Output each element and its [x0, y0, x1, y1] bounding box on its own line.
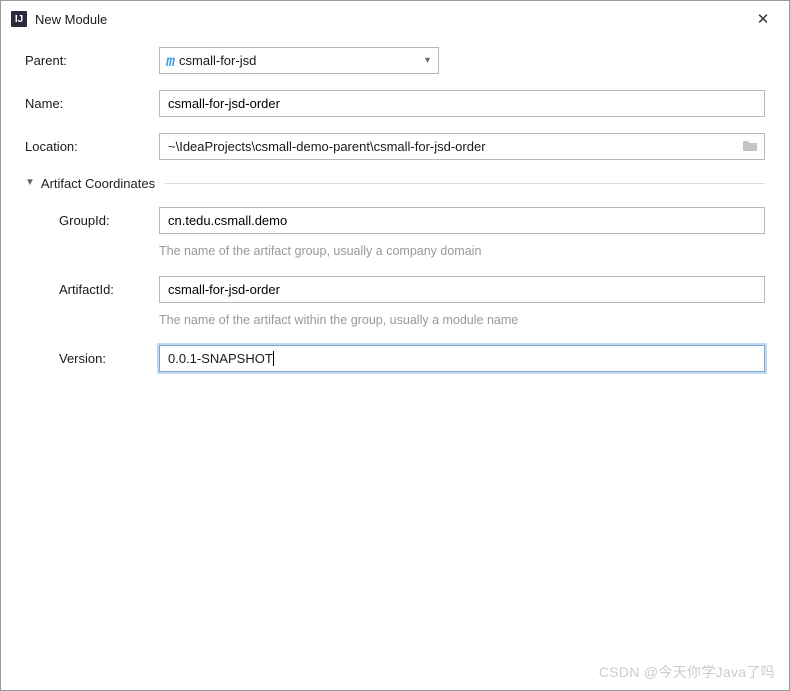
- parent-label: Parent:: [25, 53, 159, 68]
- name-input[interactable]: [159, 90, 765, 117]
- chevron-down-icon: ▾: [425, 55, 430, 66]
- parent-row: Parent: m csmall-for-jsd ▾: [25, 47, 765, 74]
- artifactid-row: ArtifactId:: [25, 276, 765, 303]
- groupid-label: GroupId:: [25, 213, 159, 228]
- parent-dropdown[interactable]: m csmall-for-jsd ▾: [159, 47, 439, 74]
- artifactid-input[interactable]: [159, 276, 765, 303]
- groupid-row: GroupId:: [25, 207, 765, 234]
- section-title: Artifact Coordinates: [41, 176, 155, 191]
- location-input[interactable]: ~\IdeaProjects\csmall-demo-parent\csmall…: [159, 133, 765, 160]
- location-value: ~\IdeaProjects\csmall-demo-parent\csmall…: [168, 139, 736, 154]
- collapse-icon: ▼: [25, 177, 35, 188]
- section-divider: [165, 183, 765, 184]
- dialog-content: Parent: m csmall-for-jsd ▾ Name: Locatio…: [1, 35, 789, 372]
- artifact-coordinates-header[interactable]: ▼ Artifact Coordinates: [25, 176, 765, 191]
- location-row: Location: ~\IdeaProjects\csmall-demo-par…: [25, 133, 765, 160]
- version-label: Version:: [25, 351, 159, 366]
- name-row: Name:: [25, 90, 765, 117]
- titlebar: IJ New Module ✕: [1, 1, 789, 35]
- location-label: Location:: [25, 139, 159, 154]
- version-input[interactable]: 0.0.1-SNAPSHOT: [159, 345, 765, 372]
- artifactid-description: The name of the artifact within the grou…: [159, 313, 765, 327]
- artifactid-label: ArtifactId:: [25, 282, 159, 297]
- close-icon[interactable]: ✕: [749, 7, 777, 31]
- app-icon: IJ: [11, 11, 27, 27]
- parent-value: csmall-for-jsd: [179, 53, 256, 68]
- groupid-input[interactable]: [159, 207, 765, 234]
- version-value: 0.0.1-SNAPSHOT: [168, 351, 273, 366]
- watermark: CSDN @今天你学Java了吗: [599, 662, 775, 682]
- text-caret: [273, 351, 274, 366]
- folder-icon[interactable]: [742, 139, 758, 155]
- name-label: Name:: [25, 96, 159, 111]
- version-row: Version: 0.0.1-SNAPSHOT: [25, 345, 765, 372]
- maven-icon: m: [166, 52, 175, 70]
- groupid-description: The name of the artifact group, usually …: [159, 244, 765, 258]
- window-title: New Module: [35, 12, 107, 27]
